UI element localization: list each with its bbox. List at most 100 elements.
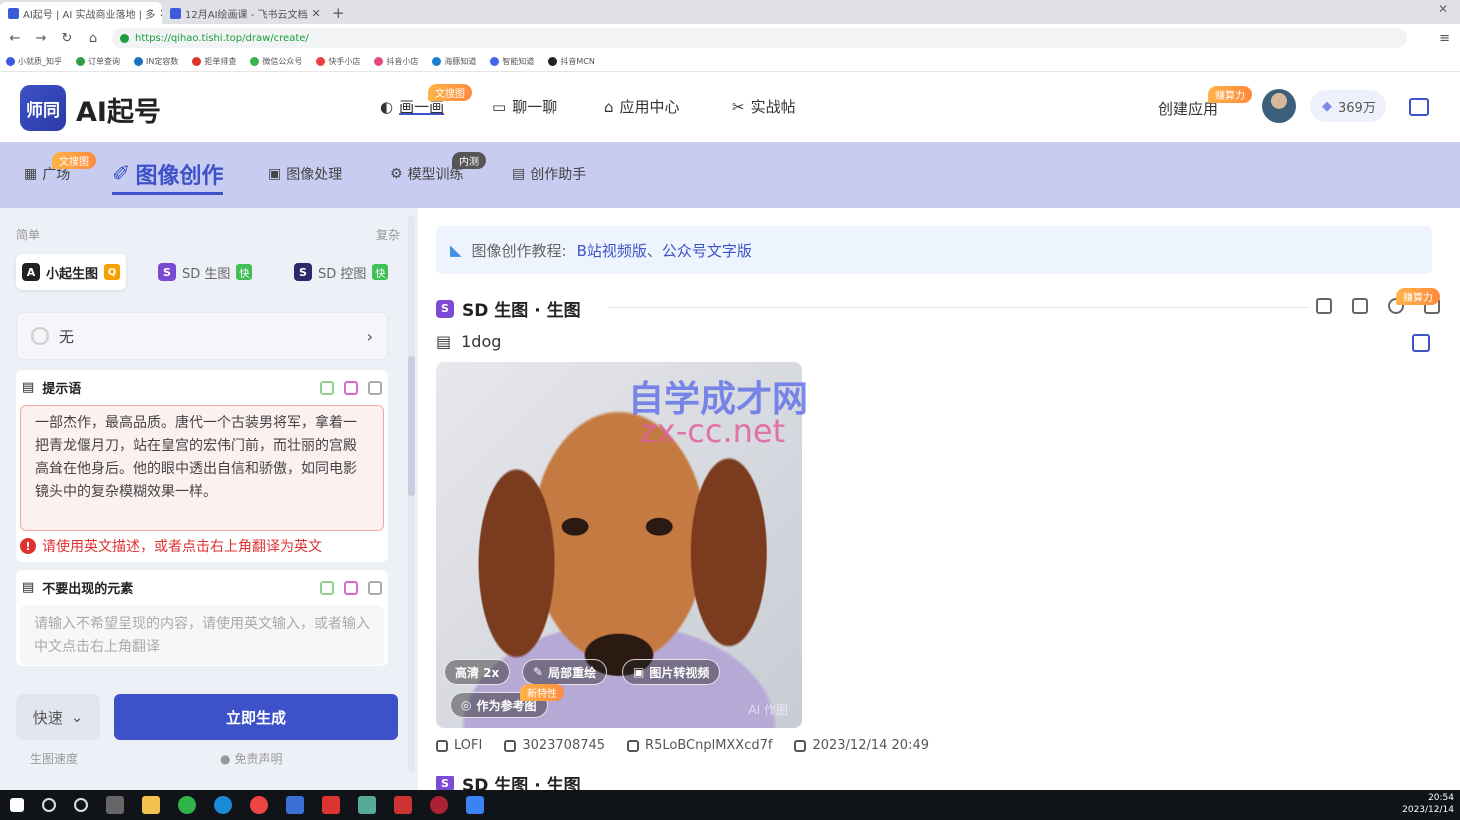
assistant-icon: ▤	[512, 166, 526, 182]
nav-app-center[interactable]: ⌂ 应用中心	[604, 96, 680, 117]
palette-icon: ◐	[380, 97, 394, 116]
subnav-image-create[interactable]: ✐ 图像创作	[112, 158, 224, 195]
bookmark[interactable]: 海豚知道	[432, 56, 476, 67]
mode-sd-control[interactable]: S SD 控图 快	[288, 254, 394, 290]
brand-logo[interactable]: 师同	[20, 85, 66, 131]
bookmark[interactable]: 微信公众号	[250, 56, 302, 67]
app-icon[interactable]	[358, 796, 376, 814]
inpaint-button[interactable]: ✎ 局部重绘	[522, 659, 608, 685]
task-view-icon[interactable]	[106, 796, 124, 814]
mode-tag: 快	[236, 264, 253, 280]
disclaimer-link[interactable]: ● 免责声明	[220, 750, 283, 767]
forward-icon[interactable]: →	[34, 31, 48, 46]
bookmark[interactable]: 订单查询	[76, 56, 120, 67]
points-balance[interactable]: ◆ 369万	[1310, 90, 1386, 122]
mode-tag: Q	[104, 264, 121, 280]
create-app-button[interactable]: 创建应用 赚算力	[1158, 86, 1252, 119]
app-icon[interactable]	[466, 796, 484, 814]
bookmark[interactable]: 抖音小店	[374, 56, 418, 67]
exclude-icon: ▤	[22, 580, 35, 595]
nav-practice[interactable]: ✂ 实战帖	[732, 96, 796, 117]
avatar[interactable]	[1262, 89, 1296, 123]
chevron-right-icon: ›	[366, 326, 373, 346]
reload-icon[interactable]: ↻	[60, 31, 74, 46]
copy-icon[interactable]	[368, 580, 382, 595]
bookmark[interactable]: 拒单排查	[192, 56, 236, 67]
meta-seed[interactable]: 3023708745	[504, 738, 605, 753]
system-clock[interactable]: 20:54 2023/12/14	[1402, 792, 1454, 816]
search-icon[interactable]	[42, 798, 56, 812]
image-metadata: LOFI 3023708745 R5LoBCnplMXXcd7f 2023/12…	[436, 738, 929, 753]
window-close-icon[interactable]: ✕	[1438, 2, 1448, 16]
scrollbar-thumb[interactable]	[408, 356, 415, 496]
bookmark[interactable]: 智能知道	[490, 56, 534, 67]
nav-chat[interactable]: ▭ 聊一聊	[492, 96, 557, 117]
mode-switch[interactable]: 简单 复杂	[16, 226, 400, 243]
home-icon[interactable]: ⌂	[86, 31, 100, 46]
bookmark[interactable]: 抖音MCN	[548, 56, 595, 67]
result-prompt: ▤ 1dog	[436, 332, 502, 351]
nav-badge: 文搜图	[428, 84, 472, 101]
nav-draw[interactable]: ◐ 画一画 文搜图	[380, 84, 472, 117]
tutorial-video-link[interactable]: B站视频版	[577, 240, 647, 261]
app-icon[interactable]	[394, 796, 412, 814]
speed-select[interactable]: 快速 ⌄	[16, 694, 100, 740]
app-icon[interactable]	[430, 796, 448, 814]
reference-icon: ◎	[461, 698, 472, 712]
prompt-input[interactable]: 一部杰作，最高品质。唐代一个古装男将军，拿着一把青龙偃月刀，站在皇宫的宏伟门前，…	[20, 405, 384, 531]
wechat-icon[interactable]	[178, 796, 196, 814]
browser-tab-title: AI起号 | AI 实战商业落地 | 多	[23, 9, 156, 21]
browser-menu-icon[interactable]: ≡	[1439, 31, 1450, 46]
bookmark[interactable]: 小就质_知乎	[6, 56, 62, 67]
copy-params-icon[interactable]	[1316, 298, 1332, 314]
bookmark[interactable]: 快手小店	[316, 56, 360, 67]
bookmark[interactable]: IN定容数	[134, 56, 178, 67]
left-scrollbar[interactable]	[408, 216, 415, 772]
optimize-icon[interactable]	[344, 380, 358, 395]
subnav-plaza[interactable]: ▦ 广场 文搜图	[24, 152, 96, 184]
back-icon[interactable]: ←	[8, 31, 22, 46]
upscale-button[interactable]: 高清 2x	[444, 659, 511, 685]
meta-model: LOFI	[436, 738, 482, 753]
url-field[interactable]: https://qihao.tishi.top/draw/create/	[112, 28, 1408, 48]
edge-icon[interactable]	[214, 796, 232, 814]
calendar-icon	[794, 739, 807, 752]
delete-icon[interactable]	[1352, 298, 1368, 314]
translate-icon[interactable]	[320, 580, 334, 595]
translate-icon[interactable]	[320, 380, 334, 395]
negative-prompt-input[interactable]: 请输入不希望呈现的内容，请使用英文输入，或者输入中文点击右上角翻译	[20, 605, 384, 665]
subnav-model-train[interactable]: ⚙ 模型训练 内测	[390, 152, 486, 184]
chrome-icon[interactable]	[250, 796, 268, 814]
meta-hash[interactable]: R5LoBCnplMXXcd7f	[627, 738, 772, 753]
brand-name[interactable]: AI起号	[76, 90, 161, 129]
info-icon: ●	[220, 751, 231, 766]
image-to-video-button[interactable]: ▣ 图片转视频	[622, 659, 721, 685]
file-explorer-icon[interactable]	[142, 796, 160, 814]
tools-icon: ✂	[732, 97, 745, 116]
video-icon: ▣	[633, 665, 645, 679]
browser-tab-1[interactable]: AI起号 | AI 实战商业落地 | 多 ✕	[0, 2, 162, 24]
browser-tab-2[interactable]: 12月AI绘画课 - 飞书云文档 ✕	[162, 2, 324, 24]
windows-start-icon[interactable]	[10, 798, 24, 812]
style-selector[interactable]: 无 ›	[16, 312, 388, 360]
subnav-badge: 文搜图	[52, 152, 96, 169]
mode-xiaoqi[interactable]: A 小起生图 Q	[16, 254, 127, 290]
subnav-badge: 内测	[452, 152, 486, 169]
ai-mark: AI 作图	[748, 703, 788, 717]
subnav-assistant[interactable]: ▤ 创作助手	[512, 164, 586, 184]
copy-prompt-icon[interactable]	[1412, 334, 1430, 352]
app-icon[interactable]	[286, 796, 304, 814]
calendar-icon[interactable]	[1409, 98, 1429, 116]
sd-icon: S	[436, 776, 454, 790]
nav-label: 应用中心	[619, 98, 680, 116]
app-icon[interactable]	[322, 796, 340, 814]
copy-icon[interactable]	[368, 380, 382, 395]
generate-button[interactable]: 立即生成	[114, 694, 398, 740]
cortana-icon[interactable]	[74, 798, 88, 812]
close-tab-icon[interactable]: ✕	[311, 7, 320, 20]
tutorial-article-link[interactable]: 公众号文字版	[662, 240, 752, 261]
new-tab-icon[interactable]: +	[324, 2, 353, 24]
optimize-icon[interactable]	[344, 580, 358, 595]
mode-sd-generate[interactable]: S SD 生图 快	[152, 254, 258, 290]
subnav-image-process[interactable]: ▣ 图像处理	[268, 164, 342, 184]
